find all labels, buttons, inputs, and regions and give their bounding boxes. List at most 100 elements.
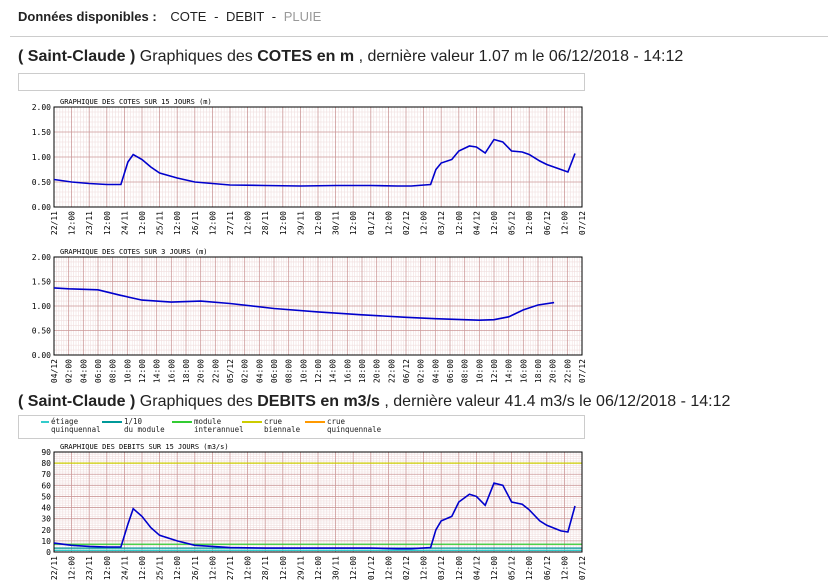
x-tick-label: 10:00: [475, 359, 484, 383]
x-tick-label: 12:00: [279, 211, 288, 235]
x-tick-label: 04/12: [472, 211, 481, 235]
x-tick-label: 12:00: [560, 211, 569, 235]
x-tick-label: 08:00: [461, 359, 470, 383]
y-tick-label: 80: [41, 459, 51, 468]
x-tick-label: 14:00: [153, 359, 162, 383]
cotes-legend-box: [18, 73, 585, 91]
legend-item-module: module interannuel: [172, 418, 244, 434]
heading-prefix: Graphiques des: [139, 393, 253, 410]
legend-label: du module: [124, 425, 165, 434]
x-tick-label: 12:00: [173, 556, 182, 580]
x-tick-label: 18:00: [182, 359, 191, 383]
x-tick-label: 12:00: [314, 556, 323, 580]
legend-label: interannuel: [194, 425, 244, 434]
legend-swatch: [41, 421, 49, 423]
x-tick-label: 25/11: [156, 211, 165, 235]
x-tick-label: 12:00: [138, 556, 147, 580]
cotes-heading: ( Saint-Claude ) Graphiques des COTES en…: [18, 48, 683, 66]
x-tick-label: 02:00: [65, 359, 74, 383]
x-tick-label: 02:00: [417, 359, 426, 383]
x-tick-label: 06:00: [94, 359, 103, 383]
y-tick-label: 20: [41, 526, 51, 535]
y-tick-label: 0.50: [32, 327, 51, 336]
x-tick-label: 12:00: [560, 556, 569, 580]
x-tick-label: 12:00: [103, 556, 112, 580]
x-tick-label: 12:00: [244, 211, 253, 235]
x-tick-label: 12:00: [279, 556, 288, 580]
x-tick-label: 12:00: [455, 556, 464, 580]
x-tick-label: 16:00: [167, 359, 176, 383]
x-tick-label: 12:00: [420, 211, 429, 235]
y-tick-label: 70: [41, 470, 51, 479]
x-tick-label: 14:00: [329, 359, 338, 383]
x-tick-label: 12:00: [525, 556, 534, 580]
x-tick-label: 03/12: [437, 556, 446, 580]
separator: -: [214, 9, 219, 24]
x-tick-label: 06:00: [446, 359, 455, 383]
legend-item-crue-biennale: crue biennale: [242, 418, 300, 434]
debits-heading: ( Saint-Claude ) Graphiques des DEBITS e…: [18, 393, 730, 411]
available-data-label: Données disponibles :: [18, 9, 157, 24]
legend-item-etiage: étiage quinquennal: [41, 418, 101, 434]
y-tick-label: 0: [46, 548, 51, 557]
y-tick-label: 2.00: [32, 103, 51, 112]
heading-measure: COTES en m: [257, 48, 355, 65]
y-tick-label: 60: [41, 481, 51, 490]
data-availability-bar: Données disponibles : COTE - DEBIT - PLU…: [18, 9, 321, 24]
x-tick-label: 04:00: [79, 359, 88, 383]
y-tick-label: 0.00: [32, 351, 51, 360]
link-pluie: PLUIE: [283, 9, 322, 24]
x-tick-label: 12:00: [384, 556, 393, 580]
separator: -: [271, 9, 277, 24]
x-tick-label: 06/12: [543, 211, 552, 235]
x-tick-label: 25/11: [156, 556, 165, 580]
x-tick-label: 20:00: [197, 359, 206, 383]
chart-title: GRAPHIQUE DES COTES SUR 15 JOURS (m): [60, 98, 212, 106]
x-tick-label: 12:00: [138, 211, 147, 235]
x-tick-label: 06:00: [270, 359, 279, 383]
link-cote[interactable]: COTE: [170, 9, 206, 24]
link-debit[interactable]: DEBIT: [226, 9, 264, 24]
y-tick-label: 40: [41, 504, 51, 513]
y-tick-label: 30: [41, 515, 51, 524]
x-tick-label: 04/12: [50, 359, 59, 383]
debits-15-days-chart: 22/11 12:00 23/11 12:00 24/11 12:00 25/11 12:00…: [41, 443, 587, 580]
x-tick-label: 04:00: [431, 359, 440, 383]
x-tick-label: 23/11: [85, 211, 94, 235]
x-tick-label: 12:00: [490, 556, 499, 580]
x-tick-label: 12:00: [349, 211, 358, 235]
x-tick-label: 27/11: [226, 556, 235, 580]
x-tick-label: 12:00: [68, 556, 77, 580]
y-tick-label: 50: [41, 492, 51, 501]
station-name: ( Saint-Claude ): [18, 393, 136, 410]
x-tick-label: 12:00: [68, 211, 77, 235]
x-tick-label: 12:00: [208, 211, 217, 235]
x-tick-label: 01/12: [367, 556, 376, 580]
x-tick-label: 07/12: [578, 556, 587, 580]
heading-prefix: Graphiques des: [139, 48, 253, 65]
x-tick-label: 18:00: [358, 359, 367, 383]
x-tick-label: 22:00: [387, 359, 396, 383]
cotes-15-days-chart: 22/11 12:00 23/11 12:00 24/11 12:00 25/11 12:00…: [32, 98, 587, 235]
x-tick-label: 12:00: [384, 211, 393, 235]
x-tick-label: 12:00: [525, 211, 534, 235]
x-tick-label: 20:00: [373, 359, 382, 383]
x-tick-label: 26/11: [191, 211, 200, 235]
x-tick-label: 10:00: [123, 359, 132, 383]
station-name: ( Saint-Claude ): [18, 48, 136, 65]
x-tick-label: 26/11: [191, 556, 200, 580]
x-tick-label: 12:00: [244, 556, 253, 580]
x-tick-label: 05/12: [508, 211, 517, 235]
last-value: , dernière valeur 41.4 m3/s le 06/12/201…: [384, 393, 731, 410]
x-tick-label: 18:00: [534, 359, 543, 383]
y-tick-label: 1.50: [32, 128, 51, 137]
x-tick-label: 22:00: [563, 359, 572, 383]
x-tick-label: 30/11: [332, 211, 341, 235]
x-tick-label: 28/11: [261, 556, 270, 580]
x-tick-label: 27/11: [226, 211, 235, 235]
x-tick-label: 12:00: [173, 211, 182, 235]
legend-item-1-10-module: 1/10 du module: [102, 418, 165, 434]
x-tick-label: 12:00: [103, 211, 112, 235]
debits-legend: étiage quinquennal 1/10 du module module…: [18, 415, 585, 439]
chart-title: GRAPHIQUE DES DEBITS SUR 15 JOURS (m3/s): [60, 443, 229, 451]
